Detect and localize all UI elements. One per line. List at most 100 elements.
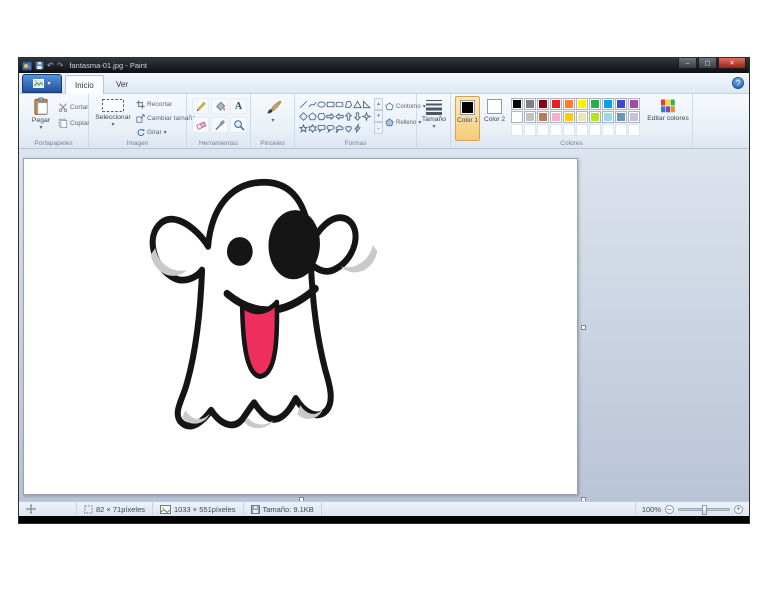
palette-color-swatch[interactable] (550, 111, 562, 123)
shape-diamond-icon[interactable] (299, 110, 308, 122)
color-picker-tool[interactable] (211, 117, 228, 133)
shape-oval-callout-icon[interactable] (326, 122, 335, 134)
palette-color-swatch[interactable] (576, 111, 588, 123)
eraser-icon (195, 121, 206, 130)
fill-tool[interactable] (211, 98, 228, 114)
shape-cloud-callout-icon[interactable] (335, 122, 344, 134)
shape-pentagon-icon[interactable] (308, 110, 317, 122)
shape-curve-icon[interactable] (308, 98, 317, 110)
palette-color-swatch[interactable] (537, 111, 549, 123)
palette-color-swatch[interactable] (628, 98, 640, 110)
color1-button[interactable]: Color 1 (455, 96, 480, 141)
magnifier-tool[interactable] (230, 117, 247, 133)
zoom-slider[interactable] (678, 504, 730, 515)
undo-icon[interactable]: ↶ (47, 61, 54, 70)
palette-empty-swatch[interactable] (602, 124, 614, 136)
shapes-gallery-more-icon[interactable]: ⌄ (374, 122, 383, 134)
minimize-button[interactable]: – (678, 58, 697, 69)
help-icon[interactable]: ? (732, 77, 744, 89)
shape-polygon-icon[interactable] (344, 98, 353, 110)
palette-empty-swatch[interactable] (615, 124, 627, 136)
size-button[interactable]: Tamaño ▾ (421, 99, 447, 130)
file-size-item: Tamaño: 9.1KB (244, 502, 322, 516)
zoom-slider-handle[interactable] (702, 504, 707, 515)
shape-four-point-star-icon[interactable] (362, 110, 371, 122)
cut-button[interactable]: Cortar (58, 102, 88, 112)
palette-color-swatch[interactable] (550, 98, 562, 110)
rotate-label: Girar (147, 129, 162, 136)
drawing-canvas[interactable] (23, 158, 578, 495)
zoom-in-button[interactable]: + (734, 504, 743, 514)
eraser-tool[interactable] (192, 117, 209, 133)
shape-oval-icon[interactable] (317, 98, 326, 110)
palette-color-swatch[interactable] (524, 111, 536, 123)
paint-app-icon[interactable] (22, 61, 32, 71)
copy-button[interactable]: Copiar (58, 118, 89, 128)
shape-heart-icon[interactable] (344, 122, 353, 134)
shape-line-icon[interactable] (299, 98, 308, 110)
palette-empty-swatch[interactable] (563, 124, 575, 136)
shape-arrow-right-icon[interactable] (326, 110, 335, 122)
shape-rounded-rectangle-icon[interactable] (335, 98, 344, 110)
color1-label: Color 1 (457, 117, 478, 124)
palette-color-swatch[interactable] (537, 98, 549, 110)
palette-color-swatch[interactable] (563, 111, 575, 123)
palette-color-swatch[interactable] (589, 98, 601, 110)
palette-empty-swatch[interactable] (628, 124, 640, 136)
shape-triangle-icon[interactable] (353, 98, 362, 110)
shape-arrow-down-icon[interactable] (353, 110, 362, 122)
shape-rectangle-icon[interactable] (326, 98, 335, 110)
shape-arrow-left-icon[interactable] (335, 110, 344, 122)
tab-inicio[interactable]: Inicio (65, 75, 104, 94)
palette-color-swatch[interactable] (511, 98, 523, 110)
fill-shape-button[interactable]: Relleno ▾ (385, 118, 421, 127)
redo-icon[interactable]: ↷ (57, 61, 64, 70)
palette-color-swatch[interactable] (602, 111, 614, 123)
palette-color-swatch[interactable] (563, 98, 575, 110)
shape-six-point-star-icon[interactable] (308, 122, 317, 134)
text-tool[interactable]: A (230, 98, 247, 114)
palette-color-swatch[interactable] (628, 111, 640, 123)
shape-rounded-callout-icon[interactable] (317, 122, 326, 134)
paint-menu-button[interactable]: ▾ (22, 74, 62, 93)
color2-button[interactable]: Color 2 (482, 96, 507, 141)
crop-button[interactable]: Recortar (136, 100, 172, 109)
palette-empty-swatch[interactable] (524, 124, 536, 136)
shape-arrow-up-icon[interactable] (344, 110, 353, 122)
tab-ver[interactable]: Ver (107, 75, 137, 94)
shape-lightning-icon[interactable] (353, 122, 362, 134)
shapes-scroll-down-icon[interactable]: ▾ (374, 110, 383, 122)
palette-color-swatch[interactable] (615, 111, 627, 123)
palette-color-swatch[interactable] (615, 98, 627, 110)
palette-color-swatch[interactable] (589, 111, 601, 123)
pencil-tool[interactable] (192, 98, 209, 114)
shape-blank-icon[interactable] (362, 122, 371, 134)
paste-button[interactable]: Pegar ▾ (26, 97, 56, 131)
palette-color-swatch[interactable] (524, 98, 536, 110)
shapes-scroll-up-icon[interactable]: ▴ (374, 98, 383, 110)
brushes-button[interactable]: ▾ (259, 99, 287, 124)
rotate-button[interactable]: Girar ▾ (136, 128, 167, 137)
rotate-icon (137, 128, 145, 137)
close-button[interactable]: ✕ (718, 58, 746, 69)
edit-colors-button[interactable]: Editar colores (647, 98, 689, 122)
zoom-out-button[interactable]: – (665, 504, 674, 514)
shape-five-point-star-icon[interactable] (299, 122, 308, 134)
selection-size-item: 82 × 71píxeles (77, 502, 153, 516)
color1-swatch (460, 100, 475, 115)
palette-empty-swatch[interactable] (576, 124, 588, 136)
ghost-drawing (149, 178, 378, 430)
palette-empty-swatch[interactable] (511, 124, 523, 136)
palette-empty-swatch[interactable] (550, 124, 562, 136)
canvas-resize-handle-right[interactable] (581, 325, 586, 330)
palette-empty-swatch[interactable] (589, 124, 601, 136)
shape-hexagon-icon[interactable] (317, 110, 326, 122)
maximize-button[interactable]: ▢ (698, 58, 717, 69)
shape-right-triangle-icon[interactable] (362, 98, 371, 110)
palette-color-swatch[interactable] (511, 111, 523, 123)
select-button[interactable]: Seleccionar ▾ (92, 98, 134, 128)
palette-color-swatch[interactable] (602, 98, 614, 110)
palette-empty-swatch[interactable] (537, 124, 549, 136)
save-icon[interactable] (35, 61, 44, 70)
palette-color-swatch[interactable] (576, 98, 588, 110)
